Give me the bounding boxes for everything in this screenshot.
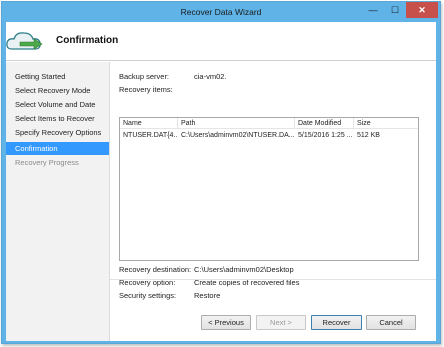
footer-divider: [110, 279, 436, 280]
nav-item-confirmation[interactable]: Confirmation: [6, 142, 109, 155]
nav-item-recovery-progress: Recovery Progress: [15, 158, 79, 167]
title-bar[interactable]: Recover Data Wizard — ☐ ✕: [2, 2, 440, 22]
minimize-button[interactable]: —: [362, 2, 384, 18]
nav-item-select-recovery-mode[interactable]: Select Recovery Mode: [6, 84, 109, 97]
page-title: Confirmation: [56, 35, 119, 46]
cell-date-modified: 5/15/2016 1:25 ...: [298, 132, 353, 139]
column-header-name[interactable]: Name: [120, 118, 178, 129]
column-header-path[interactable]: Path: [178, 118, 295, 129]
nav-item-select-items-to-recover[interactable]: Select Items to Recover: [6, 112, 109, 125]
cell-size: 512 KB: [357, 132, 380, 139]
backup-server-value: cia-vm02.: [194, 72, 227, 81]
wizard-header: Confirmation: [6, 22, 436, 61]
backup-server-label: Backup server:: [119, 72, 170, 81]
recover-button[interactable]: Recover: [311, 315, 362, 330]
close-button[interactable]: ✕: [406, 2, 438, 18]
cloud-recover-icon: [6, 32, 43, 50]
cell-name: NTUSER.DAT{4...: [123, 132, 178, 139]
maximize-button[interactable]: ☐: [384, 2, 406, 18]
nav-item-getting-started[interactable]: Getting Started: [6, 70, 109, 83]
list-header: Name Path Date Modified Size: [120, 118, 418, 129]
cancel-button[interactable]: Cancel: [366, 315, 416, 330]
security-settings-value: Restore: [194, 291, 221, 300]
wizard-client-area: Confirmation Getting Started Select Reco…: [6, 22, 436, 341]
security-settings-label: Security settings:: [119, 291, 177, 300]
column-header-date-modified[interactable]: Date Modified: [295, 118, 354, 129]
next-button[interactable]: Next >: [256, 315, 306, 330]
nav-item-select-volume-and-date[interactable]: Select Volume and Date: [6, 98, 109, 111]
recovery-destination-value: C:\Users\adminvm02\Desktop: [194, 265, 294, 274]
wizard-steps-nav: Getting Started Select Recovery Mode Sel…: [6, 62, 110, 341]
recovery-destination-label: Recovery destination:: [119, 265, 192, 274]
previous-button[interactable]: < Previous: [201, 315, 251, 330]
table-row[interactable]: NTUSER.DAT{4... C:\Users\adminvm02\NTUSE…: [120, 130, 418, 141]
confirmation-panel: Backup server: cia-vm02. Recovery items:…: [116, 62, 434, 341]
cell-path: C:\Users\adminvm02\NTUSER.DA...: [181, 132, 295, 139]
wizard-window: Recover Data Wizard — ☐ ✕ Confirmation G…: [1, 1, 441, 344]
recovery-items-label: Recovery items:: [119, 85, 173, 94]
nav-item-specify-recovery-options[interactable]: Specify Recovery Options: [6, 126, 109, 139]
column-header-size[interactable]: Size: [354, 118, 418, 129]
recovery-items-list[interactable]: Name Path Date Modified Size NTUSER.DAT{…: [119, 117, 419, 261]
